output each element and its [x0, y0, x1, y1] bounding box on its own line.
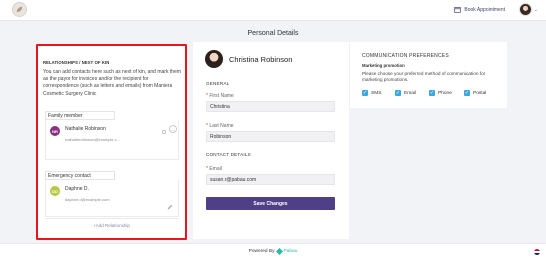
profile-avatar[interactable]: [205, 50, 223, 68]
contact-avatar: NR: [50, 126, 60, 136]
postal-checkbox[interactable]: ✓ Postal: [464, 90, 486, 96]
contact-details-label: CONTACT DETAILS: [206, 152, 251, 157]
page-title: Personal Details: [247, 30, 299, 37]
relationships-heading: RELATIONSHIPS / NEXT OF KIN: [43, 60, 110, 65]
calendar-icon: [454, 7, 462, 13]
check-icon: ✓: [464, 90, 470, 96]
save-changes-button[interactable]: Save Changes: [206, 197, 335, 210]
phone-checkbox[interactable]: ✓ Phone: [429, 90, 452, 96]
sms-checkbox[interactable]: ✓ SMS: [362, 90, 381, 96]
relationships-description: You can add contacts here such as next o…: [43, 69, 181, 97]
contact-avatar: DD: [50, 186, 60, 196]
divider: [45, 218, 179, 219]
contact-email: daphne.d@example.com: [65, 197, 110, 202]
profile-name: Christina Robinson: [229, 55, 293, 64]
book-appointment-button[interactable]: Book Appointment: [454, 6, 505, 13]
settings-icon[interactable]: [161, 129, 167, 135]
language-flag-icon[interactable]: [534, 249, 540, 255]
emergency-contact-item[interactable]: DD Daphne D. daphne.d@example.com: [45, 180, 179, 217]
communication-heading: COMMUNICATION PREFERENCES: [362, 53, 449, 59]
email-field[interactable]: susan.r@pabau.com: [206, 174, 335, 185]
check-icon: ✓: [429, 90, 435, 96]
edit-icon[interactable]: [167, 204, 173, 210]
profile-card: Christina Robinson GENERAL * First Name …: [193, 42, 349, 239]
clinic-logo[interactable]: [12, 2, 27, 17]
top-bar: Book Appointment ⌄: [0, 0, 546, 21]
contact-email: nathalierobinson@example.c...: [65, 137, 120, 142]
family-contact-item[interactable]: NR Nathalie Robinson nathalierobinson@ex…: [45, 120, 179, 160]
check-icon: ✓: [362, 90, 368, 96]
last-name-field[interactable]: Robinson: [206, 131, 335, 142]
contact-name: Daphne D.: [65, 186, 89, 192]
email-label: * Email: [206, 166, 222, 172]
marketing-promotion-label: Marketing promotion: [362, 63, 405, 68]
powered-by: Powered By Pabau: [248, 247, 298, 256]
user-avatar[interactable]: [519, 3, 532, 16]
email-checkbox[interactable]: ✓ Email: [395, 90, 416, 96]
chevron-down-icon[interactable]: ⌄: [534, 7, 538, 13]
relationships-card: RELATIONSHIPS / NEXT OF KIN You can add …: [36, 44, 187, 240]
leaf-icon: [16, 6, 23, 13]
add-relationship-link[interactable]: +Add Relationship: [38, 223, 185, 228]
more-options-icon[interactable]: …: [169, 125, 177, 133]
first-name-label: * First Name: [206, 93, 234, 99]
communication-description: Please choose your preferred method of c…: [362, 71, 486, 82]
book-appointment-label: Book Appointment: [464, 6, 505, 13]
first-name-field[interactable]: Christina: [206, 101, 335, 112]
last-name-label: * Last Name: [206, 123, 234, 129]
check-icon: ✓: [395, 90, 401, 96]
pabau-logo-icon: [275, 247, 283, 256]
communication-preferences-card: COMMUNICATION PREFERENCES Marketing prom…: [350, 42, 507, 108]
general-section-label: GENERAL: [206, 81, 230, 86]
emergency-contact-label: Emergency contact: [45, 171, 115, 180]
contact-name: Nathalie Robinson: [65, 126, 106, 132]
footer: Powered By Pabau: [0, 243, 546, 259]
family-member-label: Family member: [45, 111, 115, 120]
